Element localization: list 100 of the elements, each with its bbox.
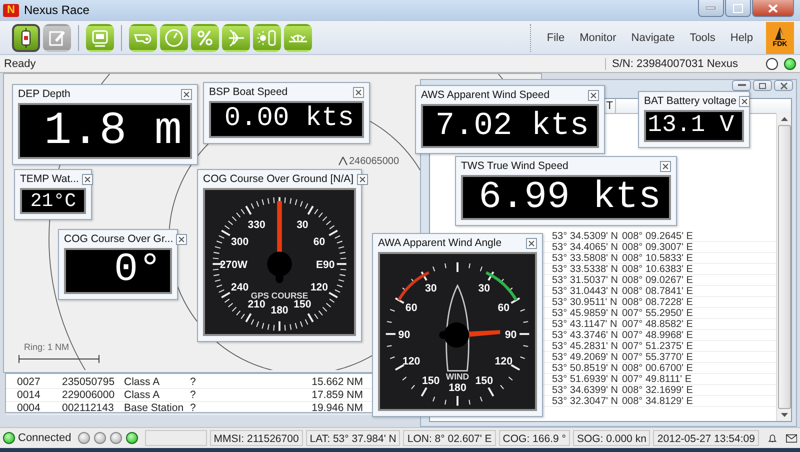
instrument-title: AWA Apparent Wind Angle [378, 237, 502, 249]
table-cell-text: 007° 48.9968' E [622, 330, 694, 340]
table-cell-text: 53° 50.8519' N [552, 363, 619, 373]
dial-label: 60 [313, 236, 326, 248]
table-cell-text: 008° 00.6700' E [622, 363, 694, 373]
table-cell-text: 007° 49.8111' E [622, 374, 692, 384]
status-field: MMSI: 211526700 [210, 430, 303, 446]
horizon-icon [288, 32, 308, 42]
status-field: LON: 8° 02.607' E [403, 430, 496, 446]
minimize-icon [706, 6, 716, 10]
close-button[interactable] [752, 0, 794, 17]
close-button[interactable] [82, 174, 93, 184]
scrollbar[interactable] [776, 113, 791, 421]
close-icon [355, 88, 362, 96]
mail-icon[interactable] [786, 432, 797, 444]
serial-number: S/N: 23984007031 Nexus [605, 58, 738, 70]
table-cell-text: 53° 34.5309' N [552, 231, 619, 241]
status-text: Ready [4, 58, 36, 70]
close-button[interactable] [353, 86, 364, 98]
minimize-button[interactable] [698, 0, 724, 17]
table-cell-text: 008° 08.7841' E [622, 286, 694, 296]
dial-caption: WIND [446, 372, 470, 382]
status-field: LAT: 53° 37.984' N [306, 430, 400, 446]
gauge-icon [163, 26, 185, 48]
menu-item[interactable]: Tools [684, 32, 722, 44]
reading-value: 7.02 kts [435, 110, 589, 142]
status-field: COG: 166.9 ° [498, 430, 570, 446]
table-cell-text: 17.859 NM [310, 389, 363, 401]
close-button[interactable] [526, 238, 537, 248]
table-cell-text: 53° 34.6399' N [552, 385, 619, 395]
table-cell-text: 53° 33.5808' N [552, 253, 619, 263]
table-cell-text: 53° 43.3746' N [552, 330, 619, 340]
table-cell-text: 15.662 NM [310, 376, 363, 388]
table-cell-text: 008° 09.0267' E [622, 275, 694, 285]
close-icon [84, 176, 91, 182]
table-cell-text: 0014 [16, 389, 42, 401]
instrument-title: DEP Depth [18, 88, 70, 100]
close-button[interactable] [588, 90, 599, 100]
instrument-title: TWS True Wind Speed [461, 160, 568, 172]
dial-label: 240 [231, 282, 249, 294]
dial-label: 120 [402, 356, 420, 368]
dial-label: 90 [504, 328, 517, 341]
connection-label: Connected [18, 432, 72, 444]
menu-item[interactable]: Help [724, 32, 759, 44]
instrument-title: COG Course Over Ground [N/A] [203, 173, 354, 185]
close-button[interactable] [181, 88, 192, 100]
bell-icon[interactable] [768, 432, 777, 444]
table-cell-text: 53° 45.2831' N [552, 341, 619, 351]
close-button[interactable] [739, 96, 750, 106]
minimize-button[interactable] [732, 80, 751, 91]
maximize-button[interactable] [725, 0, 751, 17]
close-button[interactable] [356, 174, 368, 184]
table-cell-text: 53° 30.9511' N [552, 297, 618, 307]
window-title: Nexus Race [24, 3, 90, 17]
dial-label: 150 [294, 298, 312, 311]
instrument-title: AWS Apparent Wind Speed [421, 89, 550, 101]
maximize-icon [733, 4, 743, 12]
dial-label: 120 [310, 282, 328, 294]
table-cell-text: 008° 10.5833' E [622, 253, 694, 263]
down-arrow-icon [780, 413, 788, 417]
table-cell-text: 007° 48.8582' E [622, 319, 694, 329]
table-cell-text: ? [190, 402, 197, 414]
dial-label: 270W [220, 258, 248, 271]
close-button[interactable] [660, 160, 671, 172]
column-header[interactable]: T [606, 99, 616, 113]
toolbar-button[interactable] [12, 24, 40, 52]
close-button[interactable] [774, 80, 793, 91]
dial-label: 30 [424, 282, 437, 295]
restore-button[interactable] [753, 80, 772, 91]
table-cell-text: 229006000 [62, 389, 116, 401]
status-field: SOG: 0.000 kn [572, 430, 650, 446]
instrument-title: COG Course Over Gr... [64, 233, 174, 245]
menu-item[interactable]: Monitor [574, 32, 622, 44]
table-cell-text: 19.946 NM [310, 402, 363, 414]
close-button[interactable] [176, 234, 188, 244]
close-icon [183, 90, 190, 98]
dial-label: 60 [498, 302, 510, 314]
menu-item[interactable]: Navigate [625, 32, 681, 44]
reading-value: 1.8 m [44, 108, 182, 154]
table-cell-text: Class A [124, 376, 161, 388]
dial-label: 180 [270, 304, 288, 317]
restore-icon [758, 82, 767, 90]
close-icon [590, 92, 597, 98]
close-icon [768, 4, 778, 12]
reading-value: 21°C [30, 192, 76, 210]
dial-label: 150 [475, 375, 494, 388]
table-cell-text: Class A [124, 389, 161, 401]
dial-label: 60 [405, 302, 418, 314]
dial-caption: GPS COURSE [250, 290, 308, 300]
close-icon [741, 98, 748, 104]
close-icon [662, 162, 669, 170]
table-cell-text: 008° 09.3007' E [622, 242, 694, 252]
menu-item[interactable]: File [540, 32, 571, 44]
table-cell-text: 008° 10.6383' E [622, 264, 694, 274]
table-cell-text: 008° 09.2645' E [622, 231, 694, 241]
reading-value: 0° [114, 251, 162, 291]
table-cell-text: 007° 55.3770' E [622, 352, 694, 362]
dial-label: 120 [494, 356, 513, 368]
scale-bar-icon [18, 355, 100, 363]
table-cell-text: 008° 32.1699' E [622, 385, 694, 395]
